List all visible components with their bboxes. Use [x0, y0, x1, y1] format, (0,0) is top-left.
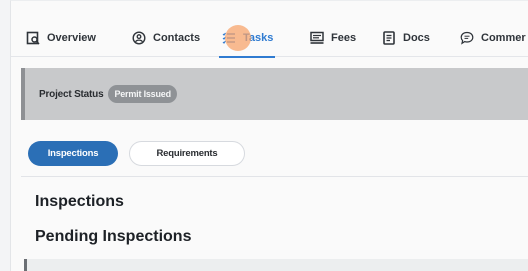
tab-overview-label: Overview: [47, 32, 96, 44]
subtab-requirements[interactable]: Requirements: [129, 141, 245, 166]
subtab-row: Inspections Requirements: [21, 141, 528, 177]
subtab-inspections[interactable]: Inspections: [28, 141, 118, 166]
tab-docs[interactable]: Docs: [381, 19, 430, 57]
tab-contacts-label: Contacts: [153, 32, 201, 44]
pending-inspection-card[interactable]: [24, 259, 528, 271]
click-indicator: [225, 25, 251, 51]
comments-icon: [459, 30, 475, 46]
project-status-bar: Project Status Permit Issued: [21, 68, 528, 120]
overview-icon: [25, 30, 41, 46]
tab-fees[interactable]: Fees: [309, 19, 356, 57]
project-status-label: Project Status: [39, 88, 104, 100]
tab-docs-label: Docs: [403, 32, 430, 44]
contacts-icon: [131, 30, 147, 46]
fees-icon: [309, 30, 325, 46]
tab-contacts[interactable]: Contacts: [131, 19, 200, 57]
section-title: Inspections: [35, 193, 124, 210]
top-tab-bar: Overview Contacts Tasks Fees Docs Commer: [11, 19, 528, 58]
subsection-title: Pending Inspections: [35, 228, 192, 245]
tab-fees-label: Fees: [331, 32, 357, 44]
tab-comments-label: Commer: [481, 32, 526, 44]
project-panel: Overview Contacts Tasks Fees Docs Commer…: [10, 0, 528, 271]
status-badge: Permit Issued: [108, 85, 177, 103]
docs-icon: [381, 30, 397, 46]
tab-overview[interactable]: Overview: [25, 19, 96, 57]
tab-comments[interactable]: Commer: [459, 19, 526, 57]
